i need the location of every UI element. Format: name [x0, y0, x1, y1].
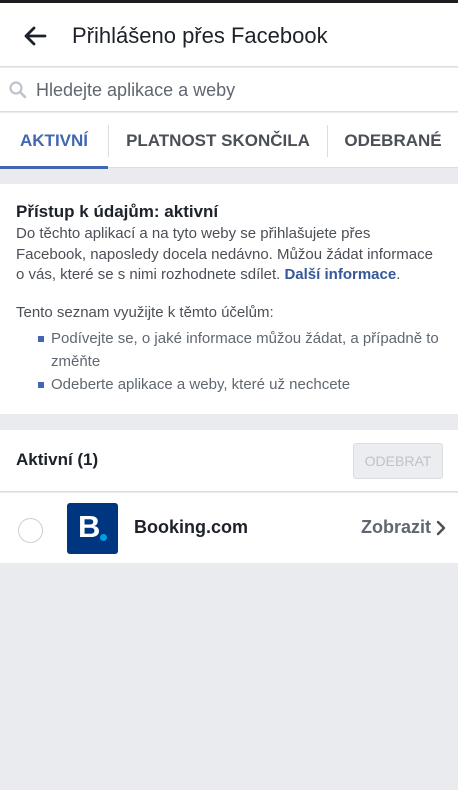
booking-logo: B [67, 503, 118, 554]
view-link[interactable]: Zobrazit [361, 517, 431, 538]
list-item: Podívejte se, o jaké informace můžou žád… [16, 327, 441, 373]
tab-active[interactable]: AKTIVNÍ [0, 113, 108, 169]
logo-dot [100, 534, 107, 541]
tab-removed[interactable]: ODEBRANÉ [328, 113, 458, 168]
tab-expired[interactable]: PLATNOST SKONČILA [109, 113, 327, 168]
section-title: Aktivní (1) [16, 450, 99, 469]
arrow-left-icon [24, 26, 47, 46]
info-text-end: . [396, 266, 401, 283]
list-item: Odeberte aplikace a weby, které už nechc… [16, 373, 441, 396]
info-text: Do těchto aplikací a na tyto weby se při… [16, 224, 436, 286]
remove-button[interactable]: ODEBRAT [353, 443, 443, 479]
active-section-header: Aktivní (1) ODEBRAT [0, 430, 458, 492]
app-name: Booking.com [134, 517, 249, 537]
search-bar [0, 68, 458, 112]
logo-letter: B [78, 509, 101, 544]
app-header: Přihlášeno přes Facebook [0, 3, 458, 67]
learn-more-link[interactable]: Další informace [284, 266, 396, 283]
tab-bar: AKTIVNÍ PLATNOST SKONČILA ODEBRANÉ [0, 113, 458, 169]
chevron-right-icon[interactable] [434, 517, 448, 539]
search-icon [9, 81, 27, 99]
page-title: Přihlášeno přes Facebook [72, 23, 328, 48]
purpose-title: Tento seznam využijte k těmto účelům: [16, 303, 274, 321]
data-access-info: Přístup k údajům: aktivní Do těchto apli… [0, 184, 458, 414]
info-title: Přístup k údajům: aktivní [16, 202, 219, 221]
purpose-list: Podívejte se, o jaké informace můžou žád… [16, 327, 442, 396]
search-input[interactable] [36, 74, 446, 106]
select-radio[interactable] [18, 518, 43, 543]
back-button[interactable] [18, 21, 52, 51]
list-item[interactable]: B Booking.com Zobrazit [0, 493, 458, 563]
